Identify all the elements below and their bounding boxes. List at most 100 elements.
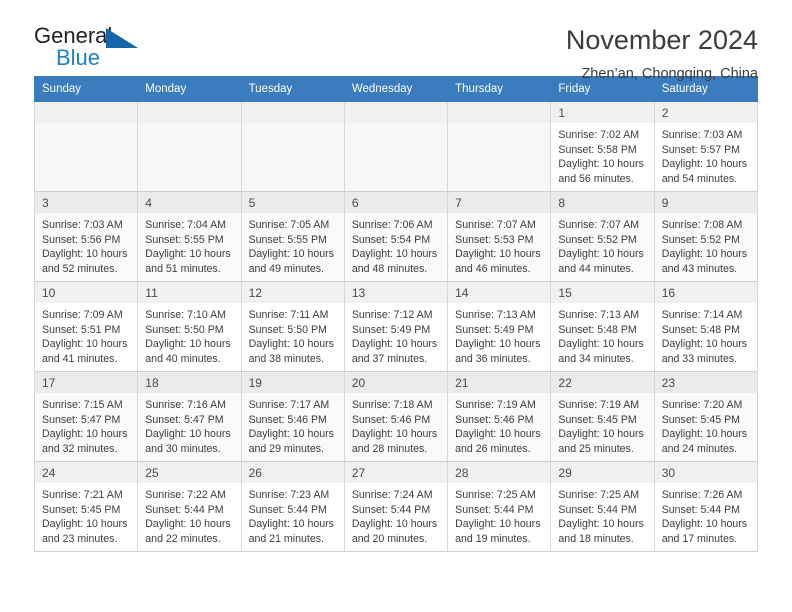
calendar-day-cell[interactable]: 28 Sunrise: 7:25 AM Sunset: 5:44 PM Dayligh…	[447, 461, 552, 552]
calendar-day-cell[interactable]: 9 Sunrise: 7:08 AM Sunset: 5:52 PM Daylight…	[653, 191, 759, 282]
calendar-day-cell[interactable]: 29 Sunrise: 7:25 AM Sunset: 5:44 PM Dayligh…	[550, 461, 655, 552]
calendar-day-cell[interactable]: 25 Sunrise: 7:22 AM Sunset: 5:44 PM Dayligh…	[137, 461, 242, 552]
sunset-text: Sunset: 5:58 PM	[558, 143, 637, 156]
sunset-text: Sunset: 5:49 PM	[351, 323, 431, 336]
calendar-day-cell[interactable]: 8 Sunrise: 7:07 AM Sunset: 5:52 PM Daylight…	[550, 191, 655, 282]
generalblue-logo[interactable]: General Blue	[34, 24, 149, 74]
calendar-day-cell[interactable]: 13 Sunrise: 7:12 AM Sunset: 5:49 PM Dayligh…	[343, 281, 449, 372]
day-cell-inner: 2 Sunrise: 7:03 AM Sunset: 5:57 PM Daylight…	[654, 102, 757, 191]
calendar-day-cell[interactable]: 2 Sunrise: 7:03 AM Sunset: 5:57 PM Daylight…	[653, 101, 759, 192]
daylight-text-line2: and 19 minutes.	[455, 532, 531, 545]
calendar-day-cell[interactable]: 18 Sunrise: 7:16 AM Sunset: 5:47 PM Dayligh…	[137, 371, 242, 462]
calendar-day-cell[interactable]: 19 Sunrise: 7:17 AM Sunset: 5:46 PM Dayligh…	[240, 371, 345, 462]
sunset-text: Sunset: 5:44 PM	[145, 503, 224, 516]
sunset-text: Sunset: 5:46 PM	[351, 413, 431, 426]
day-number: 19	[241, 372, 344, 393]
day-cell-inner: 13 Sunrise: 7:12 AM Sunset: 5:49 PM Dayligh…	[344, 282, 448, 371]
sunset-text: Sunset: 5:47 PM	[42, 413, 121, 426]
day-details: Sunrise: 7:14 AM Sunset: 5:48 PM Daylight:…	[655, 303, 757, 366]
sunrise-text: Sunrise: 7:03 AM	[661, 129, 743, 141]
calendar-day-cell[interactable]: 3 Sunrise: 7:03 AM Sunset: 5:56 PM Daylight…	[33, 191, 139, 282]
daylight-text-line2: and 54 minutes.	[661, 172, 738, 185]
day-number	[35, 102, 138, 123]
day-number: 6	[344, 192, 448, 213]
sunset-text: Sunset: 5:48 PM	[558, 323, 637, 336]
calendar-day-cell[interactable]: 23 Sunrise: 7:20 AM Sunset: 5:45 PM Dayligh…	[653, 371, 759, 462]
calendar-day-cell[interactable]: 26 Sunrise: 7:23 AM Sunset: 5:44 PM Dayligh…	[240, 461, 345, 552]
calendar-day-cell[interactable]: 16 Sunrise: 7:14 AM Sunset: 5:48 PM Dayligh…	[653, 281, 759, 372]
daylight-text-line2: and 30 minutes.	[145, 442, 221, 455]
daylight-text-line2: and 26 minutes.	[455, 442, 531, 455]
calendar-day-cell[interactable]: 5 Sunrise: 7:05 AM Sunset: 5:55 PM Daylight…	[240, 191, 345, 282]
calendar-day-cell[interactable]: 14 Sunrise: 7:13 AM Sunset: 5:49 PM Dayligh…	[447, 281, 552, 372]
weekday-header-sunday: Sunday	[33, 76, 139, 102]
calendar-day-cell[interactable]: 11 Sunrise: 7:10 AM Sunset: 5:50 PM Dayligh…	[137, 281, 242, 372]
day-cell-inner: 19 Sunrise: 7:17 AM Sunset: 5:46 PM Dayligh…	[241, 372, 344, 461]
sunset-text: Sunset: 5:45 PM	[661, 413, 741, 426]
day-details: Sunrise: 7:15 AM Sunset: 5:47 PM Daylight:…	[35, 393, 137, 456]
calendar-day-cell[interactable]: 21 Sunrise: 7:19 AM Sunset: 5:46 PM Dayligh…	[447, 371, 552, 462]
daylight-text-line2: and 17 minutes.	[661, 532, 738, 545]
daylight-text-line2: and 40 minutes.	[145, 352, 221, 365]
calendar-day-cell[interactable]: 4 Sunrise: 7:04 AM Sunset: 5:55 PM Daylight…	[137, 191, 242, 282]
daylight-text-line2: and 46 minutes.	[455, 262, 531, 275]
daylight-text-line2: and 34 minutes.	[558, 352, 634, 365]
calendar-day-cell[interactable]: 30 Sunrise: 7:26 AM Sunset: 5:44 PM Dayligh…	[653, 461, 759, 552]
sunrise-text: Sunrise: 7:10 AM	[145, 309, 226, 321]
calendar-day-cell[interactable]: 1 Sunrise: 7:02 AM Sunset: 5:58 PM Daylight…	[550, 101, 655, 192]
calendar-cell-empty	[343, 101, 449, 192]
calendar-page: General Blue November 2024 Zhen’an, Chon…	[0, 0, 792, 612]
day-cell-inner: 12 Sunrise: 7:11 AM Sunset: 5:50 PM Dayligh…	[241, 282, 344, 371]
sunrise-text: Sunrise: 7:04 AM	[145, 219, 226, 231]
day-number: 12	[241, 282, 344, 303]
day-cell-inner: 17 Sunrise: 7:15 AM Sunset: 5:47 PM Dayligh…	[35, 372, 138, 461]
calendar-day-cell[interactable]: 22 Sunrise: 7:19 AM Sunset: 5:45 PM Dayligh…	[550, 371, 655, 462]
daylight-text-line2: and 21 minutes.	[248, 532, 324, 545]
sunset-text: Sunset: 5:50 PM	[145, 323, 224, 336]
day-number: 18	[138, 372, 241, 393]
day-cell-inner	[448, 102, 551, 191]
day-details: Sunrise: 7:11 AM Sunset: 5:50 PM Daylight:…	[242, 303, 344, 366]
calendar-day-cell[interactable]: 7 Sunrise: 7:07 AM Sunset: 5:53 PM Daylight…	[447, 191, 552, 282]
sunset-text: Sunset: 5:44 PM	[248, 503, 327, 516]
sunset-text: Sunset: 5:44 PM	[351, 503, 431, 516]
sunset-text: Sunset: 5:53 PM	[455, 233, 534, 246]
sunrise-text: Sunrise: 7:07 AM	[558, 219, 640, 231]
daylight-text-line2: and 51 minutes.	[145, 262, 221, 275]
day-cell-inner: 3 Sunrise: 7:03 AM Sunset: 5:56 PM Daylight…	[35, 192, 138, 281]
sunrise-text: Sunrise: 7:06 AM	[351, 219, 433, 231]
calendar-day-cell[interactable]: 6 Sunrise: 7:06 AM Sunset: 5:54 PM Daylight…	[343, 191, 449, 282]
day-number: 27	[344, 462, 448, 483]
sunrise-text: Sunrise: 7:12 AM	[351, 309, 433, 321]
daylight-text-line1: Daylight: 10 hours	[145, 338, 231, 351]
daylight-text-line1: Daylight: 10 hours	[661, 338, 748, 351]
calendar-day-cell[interactable]: 20 Sunrise: 7:18 AM Sunset: 5:46 PM Dayligh…	[343, 371, 449, 462]
daylight-text-line1: Daylight: 10 hours	[145, 248, 231, 261]
day-number: 16	[654, 282, 757, 303]
calendar-day-cell[interactable]: 10 Sunrise: 7:09 AM Sunset: 5:51 PM Dayligh…	[33, 281, 139, 372]
sunrise-text: Sunrise: 7:09 AM	[42, 309, 123, 321]
calendar-week-row: 17 Sunrise: 7:15 AM Sunset: 5:47 PM Dayligh…	[33, 371, 759, 462]
daylight-text-line1: Daylight: 10 hours	[145, 428, 231, 441]
daylight-text-line1: Daylight: 10 hours	[351, 338, 438, 351]
calendar-day-cell[interactable]: 15 Sunrise: 7:13 AM Sunset: 5:48 PM Dayligh…	[550, 281, 655, 372]
calendar-day-cell[interactable]: 12 Sunrise: 7:11 AM Sunset: 5:50 PM Dayligh…	[240, 281, 345, 372]
daylight-text-line2: and 36 minutes.	[455, 352, 531, 365]
weekday-header-monday: Monday	[137, 76, 242, 102]
calendar-week-row: 3 Sunrise: 7:03 AM Sunset: 5:56 PM Daylight…	[33, 191, 759, 282]
sunrise-text: Sunrise: 7:16 AM	[145, 399, 226, 411]
sunset-text: Sunset: 5:51 PM	[42, 323, 121, 336]
logo-triangle-icon	[106, 28, 138, 48]
sunrise-text: Sunrise: 7:20 AM	[661, 399, 743, 411]
day-cell-inner: 21 Sunrise: 7:19 AM Sunset: 5:46 PM Dayligh…	[448, 372, 551, 461]
calendar-day-cell[interactable]: 27 Sunrise: 7:24 AM Sunset: 5:44 PM Dayligh…	[343, 461, 449, 552]
calendar-day-cell[interactable]: 17 Sunrise: 7:15 AM Sunset: 5:47 PM Dayligh…	[33, 371, 139, 462]
sunset-text: Sunset: 5:55 PM	[145, 233, 224, 246]
sunrise-text: Sunrise: 7:26 AM	[661, 489, 743, 501]
day-details: Sunrise: 7:18 AM Sunset: 5:46 PM Daylight:…	[345, 393, 447, 456]
sunset-text: Sunset: 5:57 PM	[661, 143, 741, 156]
daylight-text-line2: and 18 minutes.	[558, 532, 634, 545]
weekday-header-wednesday: Wednesday	[343, 76, 449, 102]
calendar-day-cell[interactable]: 24 Sunrise: 7:21 AM Sunset: 5:45 PM Dayligh…	[33, 461, 139, 552]
daylight-text-line2: and 20 minutes.	[351, 532, 428, 545]
